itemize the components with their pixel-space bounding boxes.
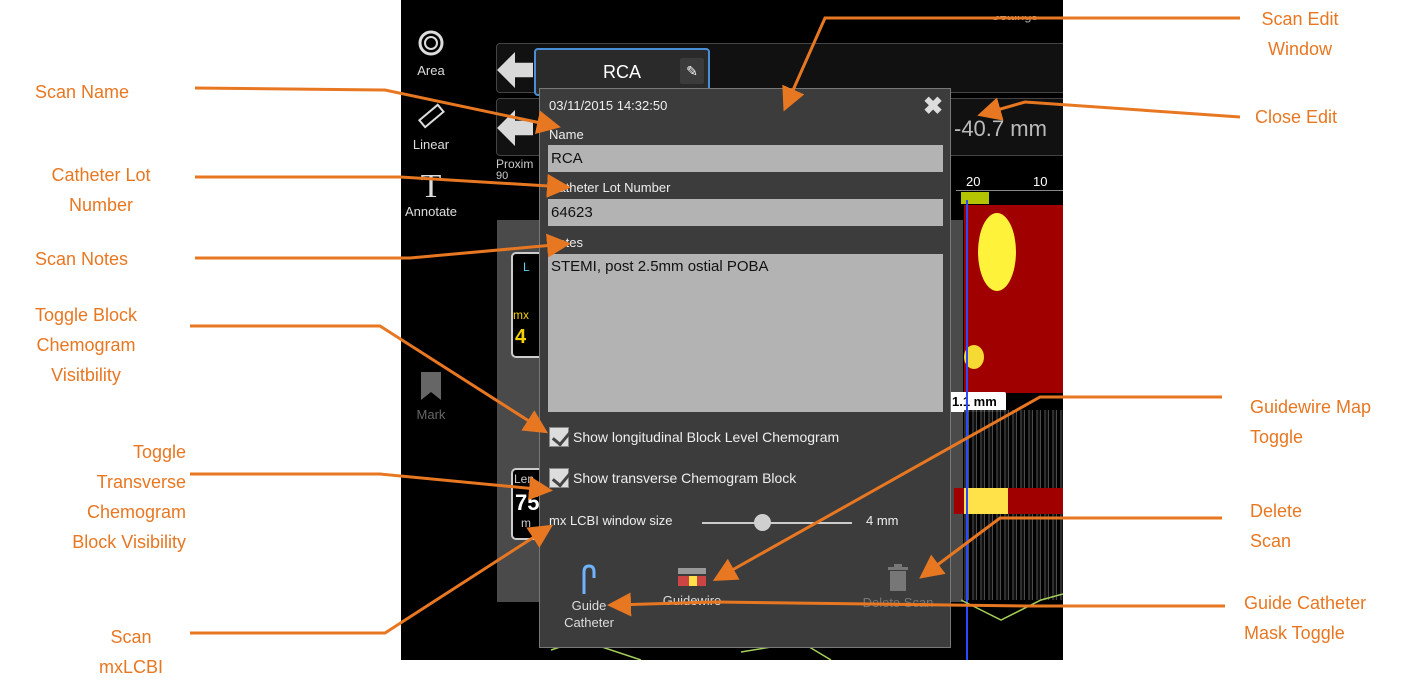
guidewire-label: Guidewire [662, 593, 722, 608]
chemogram-block-strip [954, 488, 1063, 514]
annotation-guidewire-map: Guidewire Map Toggle [1250, 397, 1372, 447]
mxlcbi-window-value: 4 mm [866, 513, 899, 528]
catheter-lot-label: Catheter Lot Number [549, 180, 671, 195]
guide-catheter-icon [582, 564, 596, 594]
pencil-icon[interactable]: ✎ [680, 58, 704, 84]
area-tool[interactable]: Area [401, 28, 461, 78]
guide-catheter-button[interactable]: Guide Catheter [554, 564, 624, 640]
annotation-scan-mxlcbi: Scan mxLCBI [98, 627, 163, 677]
length-readout: -40.7 mm [954, 116, 1047, 141]
text-t-icon: T [420, 168, 442, 205]
settings-label-partial: Settings [991, 8, 1038, 23]
transverse-chemogram-label: Show transverse Chemogram Block [573, 470, 797, 486]
ruler-label-10: 10 [1033, 174, 1048, 189]
guide-catheter-label: Guide Catheter [554, 597, 624, 631]
mark-label: Mark [416, 407, 446, 422]
slider-knob[interactable] [754, 514, 771, 531]
delete-scan-button[interactable]: Delete Scan [850, 564, 946, 624]
guidewire-button[interactable]: Guidewire [652, 564, 732, 624]
guide-catheter-label-line2: Catheter [564, 615, 614, 630]
annotation-guide-mask: Guide Catheter Mask Toggle [1244, 593, 1367, 643]
annotation-catheter-lot: Catheter Lot Number [51, 165, 151, 215]
notes-label: Notes [549, 235, 583, 250]
annotate-tool[interactable]: T Annotate [401, 168, 461, 220]
name-label: Name [549, 127, 584, 142]
delete-scan-label: Delete Scan [862, 595, 934, 610]
length-unit: m [521, 516, 531, 530]
annotation-close-edit: Close Edit [1255, 107, 1338, 127]
trash-icon [888, 564, 908, 591]
area-label: Area [417, 63, 445, 78]
chemogram-block-yellow [964, 488, 1008, 514]
annotation-delete-scan: Delete Scan [1250, 501, 1303, 551]
length-value: 75 [515, 490, 540, 515]
annotation-toggle-transverse: Toggle Transverse Chemogram Block Visibi… [72, 442, 186, 552]
annotation-scan-notes: Scan Notes [35, 249, 129, 269]
chemogram-longitudinal [964, 205, 1063, 393]
mxlcbi-window-label: mx LCBI window size [549, 513, 673, 528]
name-field[interactable]: RCA [548, 145, 943, 172]
transverse-chemogram-checkbox[interactable] [549, 468, 569, 488]
scan-tab-label: RCA [602, 62, 641, 82]
close-icon[interactable]: ✖ [923, 92, 943, 121]
length-marker-text: 1.1 mm [952, 394, 997, 409]
mxlcbi-window-slider[interactable] [702, 522, 852, 524]
proximal-label: Proxim [496, 157, 534, 171]
linear-label: Linear [412, 137, 450, 152]
longitudinal-chemogram-label: Show longitudinal Block Level Chemogram [573, 429, 840, 445]
mark-tool[interactable]: Mark [401, 370, 461, 422]
bookmark-icon [421, 372, 441, 400]
ruler-label-20: 20 [966, 174, 981, 189]
annotate-label: Annotate [404, 204, 458, 219]
scan-edit-dialog: 03/11/2015 14:32:50 ✖ Name RCA Catheter … [539, 88, 951, 648]
scan-timestamp: 03/11/2015 14:32:50 [549, 98, 668, 113]
annotation-scan-name: Scan Name [35, 82, 130, 102]
annotation-scan-edit: Scan Edit Window [1261, 9, 1339, 59]
ruler-icon [417, 103, 445, 129]
proximal-value: 90 [496, 170, 509, 182]
catheter-lot-field[interactable]: 64623 [548, 199, 943, 226]
mx-label: mx [513, 308, 529, 322]
area-icon [418, 30, 444, 56]
guidewire-icon [678, 568, 706, 586]
annotation-toggle-block: Toggle Block Chemogram Visitbility [34, 305, 138, 385]
length-box-label: Len [514, 472, 535, 486]
linear-tool[interactable]: Linear [401, 102, 461, 152]
notes-field[interactable]: STEMI, post 2.5mm ostial POBA [548, 254, 943, 412]
guide-catheter-label-line1: Guide [571, 598, 607, 613]
lipid-blob [978, 213, 1016, 291]
lcbi-value: 4 [515, 326, 527, 348]
longitudinal-chemogram-checkbox[interactable] [549, 427, 569, 447]
lcbi-box-label: L [523, 260, 530, 274]
length-marker-label: 1.1 mm [944, 392, 1006, 412]
